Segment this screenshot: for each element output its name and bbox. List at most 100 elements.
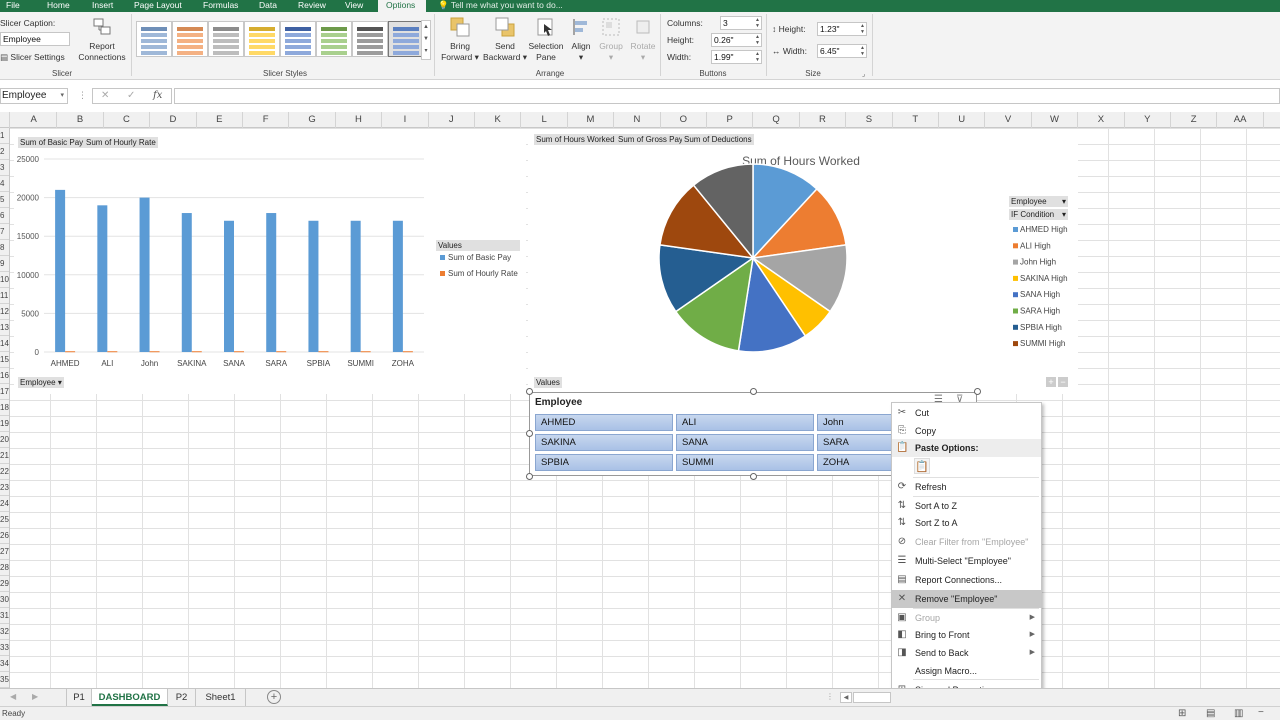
column-header[interactable]: K <box>475 112 522 128</box>
row-header[interactable]: 15 <box>0 352 9 368</box>
size-height-input[interactable]: 1.23" ▲ ▼ <box>817 22 867 36</box>
size-width-input[interactable]: 6.45" ▲ ▼ <box>817 44 867 58</box>
column-header[interactable]: W <box>1032 112 1079 128</box>
row-header[interactable]: 3 <box>0 160 9 176</box>
column-header[interactable]: O <box>661 112 707 128</box>
context-menu-item[interactable]: ⇅ Sort A to Z <box>892 497 1041 515</box>
row-header[interactable]: 13 <box>0 320 9 336</box>
add-sheet-icon[interactable]: + <box>267 690 281 704</box>
slicer-item-summi[interactable]: SUMMI <box>676 454 814 471</box>
button-width-input[interactable]: 1.99" ▲ ▼ <box>711 50 762 64</box>
filter-button-if-condition[interactable]: IF Condition ▾ <box>1009 209 1068 220</box>
column-header[interactable]: F <box>243 112 290 128</box>
context-menu-item[interactable]: ⟳ Refresh <box>892 478 1041 496</box>
resize-handle[interactable] <box>750 473 757 480</box>
context-menu-item[interactable]: ◨ Send to Back ▶ <box>892 644 1041 662</box>
column-header[interactable]: D <box>150 112 197 128</box>
size-width-spinner[interactable]: ▲ ▼ <box>860 45 865 57</box>
row-header[interactable]: 20 <box>0 432 9 448</box>
filter-button-employee[interactable]: Employee ▾ <box>1009 196 1068 207</box>
row-header[interactable]: 2 <box>0 144 9 160</box>
paste-keep-formatting-icon[interactable]: 📋 <box>914 458 930 474</box>
slicer-style-swatch[interactable] <box>208 21 244 57</box>
resize-handle[interactable] <box>526 430 533 437</box>
sheet-tab-p2[interactable]: P2 <box>168 689 196 706</box>
column-header[interactable]: S <box>846 112 893 128</box>
row-header[interactable]: 30 <box>0 592 9 608</box>
selection-pane-button[interactable]: Selection Pane <box>526 16 566 63</box>
tab-data[interactable]: Data <box>259 0 277 12</box>
tab-file[interactable]: File <box>6 0 20 12</box>
row-header[interactable]: 19 <box>0 416 9 432</box>
group-button[interactable]: Group ▾ <box>596 16 626 63</box>
row-header[interactable]: 9 <box>0 256 9 272</box>
columns-input[interactable]: 3 ▲ ▼ <box>720 16 762 30</box>
slicer-style-swatch[interactable] <box>136 21 172 57</box>
column-header[interactable]: Z <box>1171 112 1218 128</box>
row-header[interactable]: 33 <box>0 640 9 656</box>
column-header[interactable]: A <box>11 112 58 128</box>
column-header[interactable]: U <box>939 112 986 128</box>
cancel-icon[interactable]: ✕ <box>101 90 109 101</box>
button-height-spinner[interactable]: ▲ ▼ <box>755 34 760 46</box>
context-menu-item[interactable]: ▤ Report Connections... <box>892 571 1041 589</box>
row-header[interactable]: 29 <box>0 576 9 592</box>
row-header[interactable]: 21 <box>0 448 9 464</box>
row-header[interactable]: 35 <box>0 672 9 688</box>
page-layout-view-icon[interactable]: ▤ <box>1206 708 1215 719</box>
slicer-item-ali[interactable]: ALI <box>676 414 814 431</box>
row-header[interactable]: 34 <box>0 656 9 672</box>
column-header[interactable]: T <box>893 112 939 128</box>
slicer-item-spbia[interactable]: SPBIA <box>535 454 673 471</box>
slicer-item-sakina[interactable]: SAKINA <box>535 434 673 451</box>
row-header[interactable]: 1 <box>0 128 9 144</box>
sheet-tab-dashboard[interactable]: DASHBOARD <box>92 689 168 706</box>
column-header[interactable]: X <box>1078 112 1125 128</box>
resize-handle[interactable] <box>750 388 757 395</box>
slicer-settings-button[interactable]: ▤ Slicer Settings <box>0 52 65 63</box>
expand-icon[interactable]: + <box>1046 377 1056 387</box>
page-break-view-icon[interactable]: ▥ <box>1234 708 1243 719</box>
row-header[interactable]: 26 <box>0 528 9 544</box>
chevron-down-icon[interactable]: ▾ <box>60 89 64 103</box>
column-header[interactable]: C <box>104 112 151 128</box>
context-menu-item[interactable]: ☰ Multi-Select "Employee" <box>892 552 1041 570</box>
collapse-icon[interactable]: − <box>1058 377 1068 387</box>
sheet-tab-sheet1[interactable]: Sheet1 <box>196 689 246 706</box>
sheet-tab-p1[interactable]: P1 <box>66 689 92 706</box>
slicer-style-swatch[interactable] <box>388 21 424 57</box>
tab-page-layout[interactable]: Page Layout <box>134 0 182 12</box>
slicer-item-ahmed[interactable]: AHMED <box>535 414 673 431</box>
row-header[interactable]: 18 <box>0 400 9 416</box>
tab-options[interactable]: Options <box>378 0 426 12</box>
context-menu-item[interactable]: ⎘ Copy <box>892 422 1041 440</box>
context-menu-item[interactable]: ⊘ Clear Filter from "Employee" <box>892 533 1041 551</box>
values-field-button[interactable]: Values <box>534 377 562 388</box>
send-backward-button[interactable]: Send Backward ▾ <box>480 16 530 63</box>
report-connections-button[interactable]: Report Connections <box>76 16 128 63</box>
name-box[interactable]: Employee ▾ <box>0 88 68 104</box>
row-header[interactable]: 12 <box>0 304 9 320</box>
column-header[interactable]: Y <box>1125 112 1171 128</box>
enter-icon[interactable]: ✓ <box>127 90 135 101</box>
row-header[interactable]: 14 <box>0 336 9 352</box>
column-header[interactable]: R <box>800 112 847 128</box>
tab-formulas[interactable]: Formulas <box>203 0 238 12</box>
scroll-left-icon[interactable]: ◀ <box>10 692 16 701</box>
row-header[interactable]: 32 <box>0 624 9 640</box>
row-header[interactable]: 25 <box>0 512 9 528</box>
column-header[interactable]: N <box>614 112 661 128</box>
column-header[interactable]: M <box>568 112 615 128</box>
row-header[interactable]: 27 <box>0 544 9 560</box>
formula-input[interactable] <box>174 88 1280 104</box>
context-menu-item[interactable]: ✕ Remove "Employee" <box>892 590 1041 608</box>
bar-chart[interactable]: Sum of Basic Pay Sum of Hourly Rate 0 500… <box>14 129 526 394</box>
column-header[interactable]: L <box>521 112 568 128</box>
tab-insert[interactable]: Insert <box>92 0 113 12</box>
slicer-style-swatch[interactable] <box>244 21 280 57</box>
horizontal-scrollbar[interactable] <box>853 692 891 703</box>
slicer-style-swatch[interactable] <box>352 21 388 57</box>
tell-me-box[interactable]: 💡 Tell me what you want to do... <box>438 0 563 12</box>
column-header[interactable]: I <box>382 112 429 128</box>
pie-chart[interactable]: Sum of Hours Worked Sum of Gross Pay Sum… <box>528 129 1078 394</box>
